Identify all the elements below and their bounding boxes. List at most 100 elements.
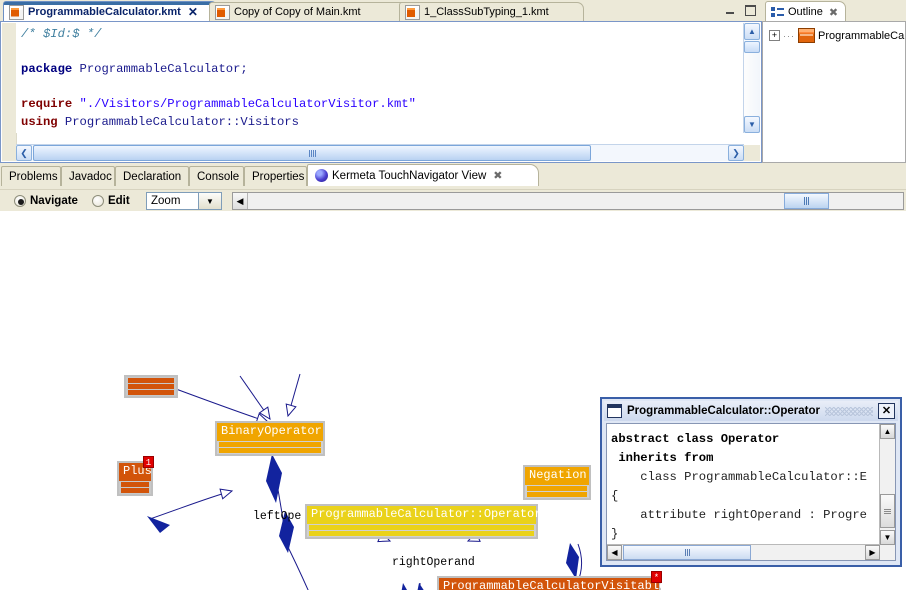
- editor-vertical-scrollbar[interactable]: ▲ ▼: [743, 23, 760, 133]
- editor-tab-label: 1_ClassSubTyping_1.kmt: [424, 6, 549, 18]
- editor-tab-label: Copy of Copy of Main.kmt: [234, 6, 361, 18]
- scrollbar-track[interactable]: [744, 53, 760, 116]
- node-title: Negation: [525, 467, 589, 485]
- tab-properties[interactable]: Properties: [244, 166, 307, 186]
- navigator-horizontal-scrollbar[interactable]: ◀: [232, 192, 904, 210]
- grip-icon: [308, 149, 316, 157]
- tab-outline[interactable]: Outline ✖: [765, 1, 847, 22]
- navigator-toolbar: Navigate Edit Zoom ▼ ◀: [0, 189, 906, 212]
- close-icon[interactable]: ✖: [829, 6, 838, 19]
- tab-label: Properties: [252, 170, 305, 183]
- minimize-icon[interactable]: [723, 3, 739, 17]
- kermeta-view-icon: [315, 169, 328, 182]
- tab-console[interactable]: Console: [189, 166, 244, 186]
- status-badge: *: [651, 571, 662, 583]
- node-compartment: [527, 486, 587, 491]
- graph-node-unnamed[interactable]: [124, 375, 178, 398]
- status-badge: 1: [143, 456, 154, 468]
- editor-horizontal-scrollbar[interactable]: ❮ ❯: [16, 144, 744, 161]
- editor-window-buttons: [723, 3, 758, 17]
- node-compartment: [309, 531, 534, 536]
- editor-tab-programmablecalculator[interactable]: ProgrammableCalculator.kmt ✕: [3, 1, 218, 22]
- scroll-up-icon[interactable]: ▲: [744, 23, 760, 40]
- graph-node-operator[interactable]: ProgrammableCalculator::Operator: [305, 504, 541, 539]
- editor-tab-label: ProgrammableCalculator.kmt: [28, 5, 181, 18]
- graph-node-negation[interactable]: Negation: [523, 465, 591, 500]
- code-line-comment: /* $Id:$ */: [21, 27, 102, 41]
- tab-label: Problems: [9, 170, 58, 183]
- bottom-view-panel: Problems Javadoc Declaration Console Pro…: [0, 163, 906, 590]
- graph-node-plus[interactable]: Plus 1: [117, 456, 154, 496]
- scrollbar-thumb[interactable]: [784, 193, 829, 209]
- scroll-left-icon[interactable]: ◀: [607, 545, 622, 560]
- popup-body: abstract class Operator inherits from cl…: [606, 423, 896, 561]
- zoom-select-value: Zoom: [151, 195, 181, 207]
- scrollbar-thumb[interactable]: [623, 545, 751, 560]
- maximize-icon[interactable]: [742, 3, 758, 17]
- code-line-package-kw: package: [21, 62, 73, 77]
- editor-tab-bar: ProgrammableCalculator.kmt ✕ Copy of Cop…: [0, 0, 762, 22]
- bottom-tab-bar: Problems Javadoc Declaration Console Pro…: [0, 163, 906, 189]
- node-title: BinaryOperator: [217, 423, 323, 441]
- popup-horizontal-scrollbar[interactable]: ◀ ▶: [607, 544, 880, 560]
- node-compartment: [121, 488, 149, 493]
- radio-edit-label: Edit: [107, 195, 130, 207]
- scroll-left-icon[interactable]: ❮: [16, 145, 32, 161]
- scroll-right-icon[interactable]: ❯: [728, 145, 744, 161]
- expand-icon[interactable]: +: [769, 30, 780, 41]
- package-icon: [798, 28, 815, 43]
- scrollbar-thumb[interactable]: [880, 494, 895, 528]
- chevron-down-icon[interactable]: ▼: [198, 192, 222, 210]
- node-compartment: [128, 384, 174, 389]
- scrollbar-thumb[interactable]: [744, 41, 760, 53]
- zoom-dropdown-arrow: ▼: [206, 196, 214, 206]
- close-icon[interactable]: ✕: [188, 6, 198, 18]
- editor-tab-copy-of-copy-of-main[interactable]: Copy of Copy of Main.kmt: [209, 2, 409, 22]
- node-compartment: [121, 482, 149, 487]
- radio-edit[interactable]: Edit: [91, 195, 130, 207]
- close-icon[interactable]: ✖: [493, 170, 502, 182]
- outline-item-label: ProgrammableCa: [818, 29, 905, 42]
- scroll-up-icon[interactable]: ▲: [880, 424, 895, 439]
- scroll-left-icon[interactable]: ◀: [233, 193, 248, 209]
- scrollbar-thumb[interactable]: [33, 145, 591, 161]
- node-title: ProgrammableCalculator::Operator: [307, 506, 541, 524]
- tab-kermeta-touchnavigator-view[interactable]: Kermeta TouchNavigator View ✖: [307, 164, 539, 186]
- scroll-down-icon[interactable]: ▼: [880, 530, 895, 545]
- radio-navigate[interactable]: Navigate: [14, 195, 78, 207]
- radio-icon[interactable]: [91, 195, 104, 207]
- code-line-using-kw: using: [21, 114, 58, 129]
- tab-javadoc[interactable]: Javadoc: [61, 166, 115, 186]
- editor-code-area[interactable]: /* $Id:$ */ package package Programmable…: [16, 23, 744, 133]
- node-compartment: [527, 492, 587, 497]
- outline-tree-item[interactable]: + ··· ProgrammableCa: [763, 22, 905, 43]
- graph-node-visitable[interactable]: ProgrammableCalculatorVisitable *: [437, 571, 666, 590]
- scroll-left-arrow: ◀: [236, 195, 244, 206]
- code-line-require-kw: require: [21, 97, 73, 112]
- touchnavigator-canvas[interactable]: BinaryOperator Plus 1 Negation Programma…: [0, 211, 906, 590]
- popup-code-line-5: attribute rightOperand : Progre: [611, 508, 867, 522]
- editor-tab-classsubtyping[interactable]: 1_ClassSubTyping_1.kmt: [399, 2, 584, 22]
- kermeta-file-icon: [215, 5, 230, 20]
- operator-detail-popup[interactable]: ProgrammableCalculator::Operator ✕ abstr…: [600, 397, 902, 567]
- popup-code-line-3: {: [611, 489, 619, 503]
- scroll-right-icon[interactable]: ▶: [865, 545, 880, 560]
- grip-icon: [803, 197, 810, 205]
- edge-label-leftoperand: leftOpe: [253, 510, 302, 523]
- popup-titlebar[interactable]: ProgrammableCalculator::Operator ✕: [604, 401, 898, 421]
- edge-label-rightoperand: rightOperand: [392, 556, 475, 569]
- radio-navigate-label: Navigate: [30, 195, 78, 207]
- graph-node-binaryoperator[interactable]: BinaryOperator: [215, 421, 325, 456]
- outline-body: + ··· ProgrammableCa: [762, 21, 906, 163]
- drag-grip-icon[interactable]: [825, 406, 873, 416]
- scrollbar-corner: [880, 545, 895, 560]
- scroll-down-icon[interactable]: ▼: [744, 116, 760, 133]
- editor-body: /* $Id:$ */ package package Programmable…: [0, 21, 762, 163]
- radio-icon[interactable]: [14, 195, 26, 207]
- close-icon[interactable]: ✕: [878, 403, 895, 419]
- popup-vertical-scrollbar[interactable]: ▲ ▼: [879, 424, 895, 545]
- tab-problems[interactable]: Problems: [1, 166, 61, 186]
- tab-declaration[interactable]: Declaration: [115, 166, 189, 186]
- scrollbar-corner: [744, 145, 760, 161]
- kermeta-file-icon: [9, 4, 24, 20]
